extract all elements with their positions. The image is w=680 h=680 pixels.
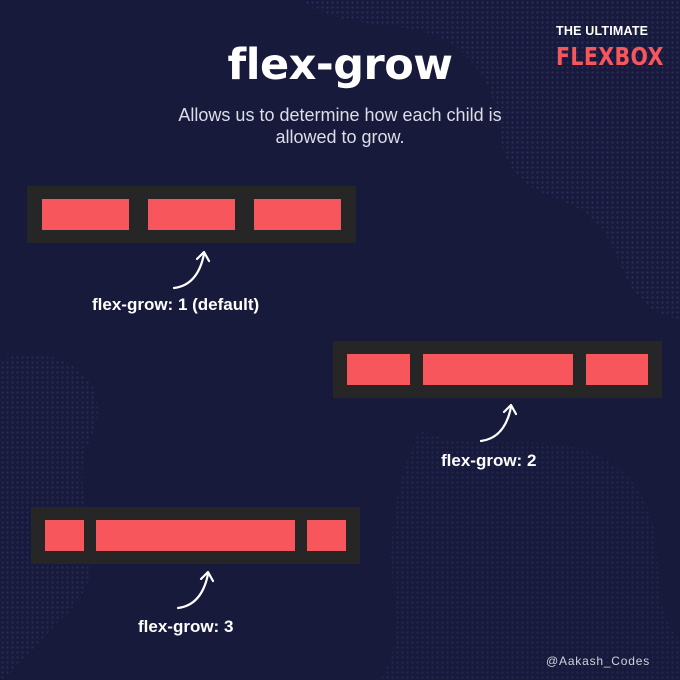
flex-item: [347, 354, 410, 385]
flex-item: [96, 520, 295, 551]
flex-item: [254, 199, 341, 230]
brand-tagline: THE ULTIMATE: [556, 24, 649, 38]
flex-item: [585, 354, 648, 385]
flex-container-example-3: [31, 507, 360, 564]
flex-container-example-1: [27, 186, 356, 243]
curved-arrow-icon: [479, 403, 518, 443]
page-title: flex-grow: [227, 40, 453, 90]
flex-item: [307, 520, 346, 551]
page-subtitle: Allows us to determine how each child is…: [178, 105, 502, 147]
flex-item: [45, 520, 84, 551]
example-label-1: flex-grow: 1 (default): [92, 295, 260, 314]
curved-arrow-icon: [176, 570, 215, 610]
flex-item: [422, 354, 573, 385]
example-label-3: flex-grow: 3: [138, 617, 234, 636]
example-label-2: flex-grow: 2: [441, 451, 537, 470]
flex-item: [42, 199, 129, 230]
flex-item: [148, 199, 235, 230]
background-pattern: [0, 0, 680, 680]
curved-arrow-icon: [172, 250, 211, 290]
author-handle: @Aakash_Codes: [546, 654, 650, 668]
flex-container-example-2: [333, 341, 662, 398]
